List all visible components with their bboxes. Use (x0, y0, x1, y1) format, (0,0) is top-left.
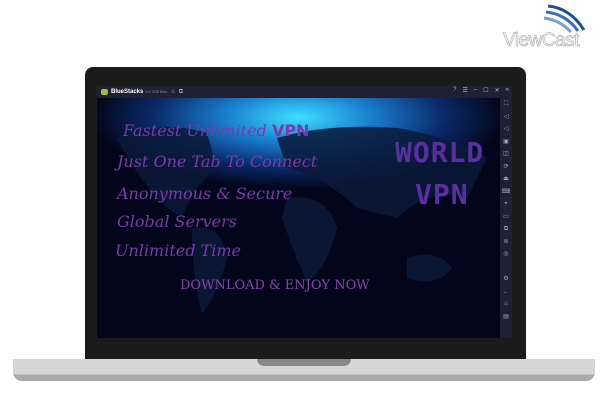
media-icon[interactable]: ▣ (503, 136, 509, 149)
close-icon[interactable]: ✕ (495, 87, 500, 94)
world-badge-bottom: VPN (415, 178, 469, 211)
help-icon[interactable]: ? (453, 87, 456, 94)
eco-icon[interactable]: ◎ (503, 248, 508, 261)
screenshot-icon[interactable]: ◫ (503, 148, 509, 161)
volume-up-icon[interactable]: ◁ (504, 111, 509, 124)
fullscreen-icon[interactable]: ⛶ (504, 98, 508, 111)
recents-icon[interactable]: ▤ (503, 311, 509, 324)
download-cta: DOWNLOAD & ENJOY NOW (180, 278, 370, 293)
folder-icon[interactable]: ▭ (503, 211, 509, 224)
gear-icon[interactable]: ⚙ (503, 273, 508, 286)
emulator-sidebar: ⛶ ◁ ◁ ▣ ◫ ⟳ ⏏ ⌨ ⌖ ▭ ⧉ ≋ ◎ ⚙ ← ⌂ ▤ (500, 98, 512, 338)
location-icon[interactable]: ⌖ (504, 198, 507, 211)
multi-instance-icon[interactable]: ⧉ (179, 89, 183, 96)
collapse-icon[interactable]: « (506, 87, 509, 94)
keyboard-icon[interactable]: ⌨ (502, 186, 511, 199)
emulator-window: BlueStacks 5.0.7228 Beta ⌂ ⧉ ? ☰ – ☐ ✕ «… (97, 86, 512, 338)
viewcast-wordmark: ViewCast (503, 30, 580, 52)
minimize-icon[interactable]: – (474, 87, 477, 94)
volume-down-icon[interactable]: ◁ (504, 123, 509, 136)
app-name: BlueStacks (111, 89, 144, 95)
promo-line-2: Just One Tab To Connect (117, 152, 318, 171)
promo-line-4: Global Servers (117, 212, 237, 231)
settings-layers-icon[interactable]: ≋ (503, 236, 508, 249)
back-icon[interactable]: ← (503, 286, 509, 299)
vpn-word: VPN (271, 121, 310, 140)
menu-icon[interactable]: ☰ (463, 87, 468, 94)
viewcast-logo: ViewCast (500, 4, 595, 52)
home-icon[interactable]: ⌂ (171, 89, 175, 95)
title-bar: BlueStacks 5.0.7228 Beta ⌂ ⧉ ? ☰ – ☐ ✕ « (97, 86, 512, 98)
laptop-notch (257, 359, 351, 366)
install-apk-icon[interactable]: ⏏ (503, 173, 509, 186)
app-version: 5.0.7228 Beta (145, 90, 168, 94)
maximize-icon[interactable]: ☐ (483, 87, 488, 94)
rotate-icon[interactable]: ⟳ (503, 161, 508, 174)
app-content[interactable]: Fastest Unlimited VPN Just One Tab To Co… (97, 98, 500, 338)
promo-line-1: Fastest Unlimited VPN (123, 121, 310, 140)
world-badge-top: WORLD (395, 136, 485, 169)
promo-line-3: Anonymous & Secure (117, 184, 293, 203)
home-icon[interactable]: ⌂ (504, 298, 508, 311)
bluestacks-logo-icon (101, 89, 108, 95)
copy-icon[interactable]: ⧉ (504, 223, 508, 236)
promo-line-5: Unlimited Time (115, 241, 241, 260)
